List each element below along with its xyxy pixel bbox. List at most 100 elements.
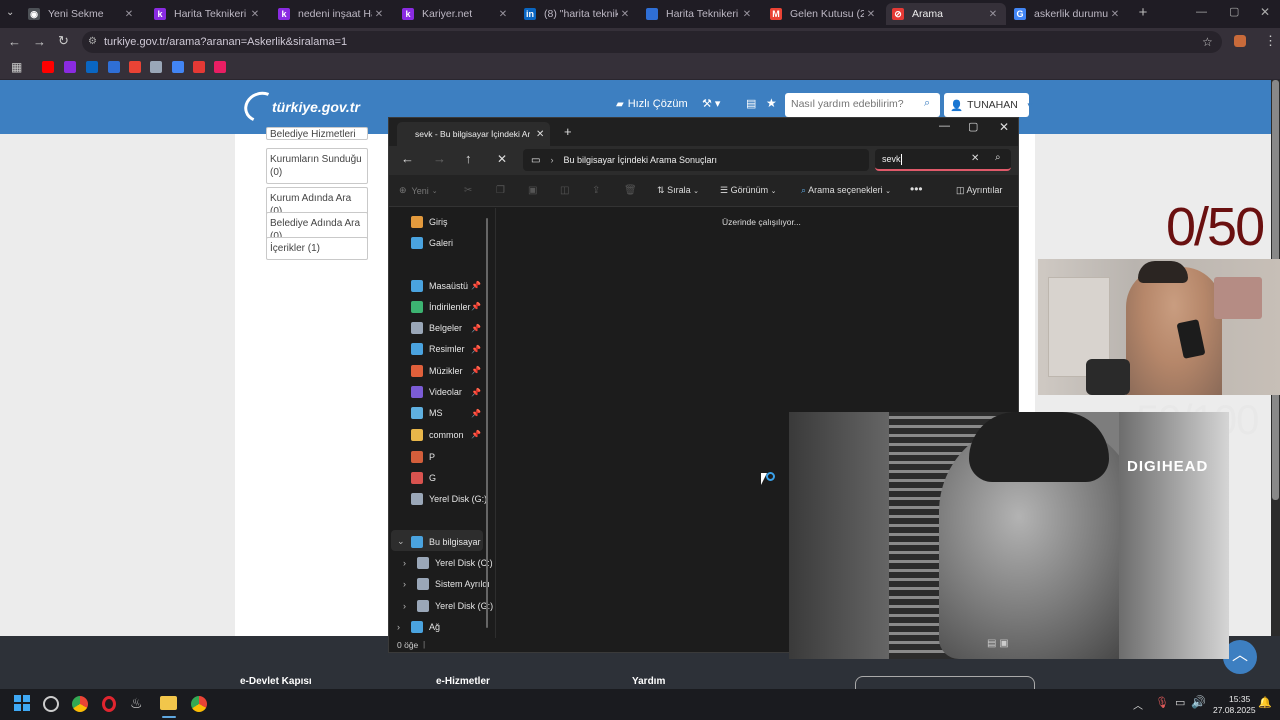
pin-icon[interactable]: 📌 [471, 345, 481, 354]
taskbar-date[interactable]: 27.08.2025 [1213, 705, 1256, 715]
view-button[interactable]: ☰ Görünüm ⌄ [720, 185, 777, 196]
tray-network-icon[interactable]: ▭ [1175, 696, 1185, 709]
tab-close-icon[interactable]: ✕ [248, 9, 262, 20]
taskbar-opera-icon[interactable] [102, 696, 116, 712]
nav-item[interactable]: MS 📌 [389, 403, 485, 424]
details-button[interactable]: ◫ Ayrıntılar [956, 185, 1002, 196]
gmail-icon[interactable] [129, 61, 141, 73]
taskbar-explorer-icon[interactable] [160, 696, 177, 710]
share-icon[interactable]: ⇪ [592, 185, 600, 196]
chevron-right-icon[interactable]: › [397, 622, 400, 632]
taskbar-steam-icon[interactable]: ♨ [130, 695, 143, 712]
rename-icon[interactable]: ◫ [560, 185, 569, 196]
browser-tab[interactable]: in (8) "harita teknikeri"✕ [518, 3, 638, 25]
taskbar-time[interactable]: 15:35 [1229, 694, 1250, 704]
nav-item[interactable]: Resimler 📌 [389, 339, 485, 360]
cut-icon[interactable]: ✂ [464, 185, 472, 196]
windows-start-icon[interactable] [14, 695, 30, 711]
nav-item[interactable]: Müzikler 📌 [389, 360, 485, 381]
tray-microphone-icon[interactable]: 🎙 [1155, 696, 1169, 709]
linkedin-icon[interactable] [86, 61, 98, 73]
nav-item[interactable]: › Sistem Ayrıldı [389, 573, 490, 594]
chevron-right-icon[interactable]: › [403, 601, 406, 611]
explorer-minimize-icon[interactable]: — [939, 120, 950, 132]
footer-col-yardim[interactable]: Yardım [632, 676, 665, 687]
explorer-search-box[interactable]: sevk ✕ ⌕ [875, 149, 1011, 171]
delete-icon[interactable]: 🗑 [624, 185, 637, 196]
reload-icon[interactable]: ↻ [58, 33, 69, 49]
kariyer-icon[interactable] [64, 61, 76, 73]
explorer-tab[interactable]: sevk - Bu bilgisayar İçindeki Ar ✕ [397, 122, 550, 146]
youtube-icon[interactable] [42, 61, 54, 73]
extension-icon[interactable] [1234, 35, 1246, 47]
browser-tab[interactable]: k Kariyer.net ✕ [396, 3, 516, 25]
browser-tab[interactable]: k nedeni inşaat Harita✕ [272, 3, 392, 25]
nav-item[interactable]: › Yerel Disk (C:) [389, 552, 493, 573]
search-filter[interactable]: Kurumların Sunduğu (0) [266, 148, 368, 184]
pin-icon[interactable]: 📌 [471, 409, 481, 418]
nav-pane-scrollbar[interactable] [486, 218, 488, 628]
nav-item[interactable]: İndirilenler 📌 [389, 296, 485, 317]
site-info-icon[interactable]: ⚙ [88, 31, 97, 53]
tray-volume-icon[interactable]: 🔊 [1191, 695, 1206, 709]
chevron-right-icon[interactable]: › [403, 579, 406, 589]
ukraine-flag-icon[interactable] [108, 61, 120, 73]
nav-item[interactable]: › Ağ [389, 616, 485, 637]
window-close-icon[interactable]: ✕ [1260, 5, 1270, 19]
site-search-input[interactable] [785, 93, 915, 115]
bookmark-icon[interactable] [150, 61, 162, 73]
nav-item[interactable]: P [389, 446, 485, 467]
hb-icon[interactable] [193, 61, 205, 73]
new-button[interactable]: ⊕ Yeni ⌄ [399, 185, 438, 196]
nav-item[interactable]: › Yerel Disk (G:) [389, 595, 493, 616]
chrome-icon[interactable] [172, 61, 184, 73]
browser-tab[interactable]: M Gelen Kutusu (21) -✕ [764, 3, 884, 25]
clear-search-icon[interactable]: ✕ [971, 153, 979, 164]
tab-close-icon[interactable]: ✕ [864, 9, 878, 20]
favorites-star-icon[interactable]: ★ [766, 96, 777, 110]
pin-icon[interactable]: 📌 [471, 388, 481, 397]
explorer-breadcrumb[interactable]: ▭ › Bu bilgisayar İçindeki Arama Sonuçla… [523, 149, 869, 171]
tab-search-icon[interactable]: ⌄ [6, 7, 14, 18]
user-menu-button[interactable]: 👤 TUNAHAN ▼ [944, 93, 1034, 117]
taskbar-chrome-2-icon[interactable] [191, 696, 207, 712]
paste-icon[interactable]: ▣ [528, 185, 537, 196]
sort-button[interactable]: ⇅ Sırala ⌄ [657, 185, 699, 196]
nav-item[interactable]: common 📌 [389, 424, 485, 445]
footer-col-edevlet[interactable]: e-Devlet Kapısı [240, 676, 312, 687]
yandex-icon[interactable] [214, 61, 226, 73]
new-tab-button[interactable]: + [1134, 5, 1152, 23]
taskbar-app-1-icon[interactable] [43, 696, 59, 712]
nav-item[interactable]: Videolar 📌 [389, 382, 485, 403]
footer-col-ehizmetler[interactable]: e-Hizmetler [436, 676, 490, 687]
pin-icon[interactable]: 📌 [471, 302, 481, 311]
explorer-forward-icon[interactable]: → [433, 151, 446, 166]
explorer-stop-icon[interactable]: ✕ [497, 152, 507, 166]
bookmark-star-icon[interactable]: ☆ [1202, 31, 1213, 53]
explorer-search-input[interactable]: sevk [882, 154, 901, 164]
window-restore-icon[interactable]: ▢ [1229, 5, 1239, 18]
id-card-icon[interactable]: ▤ [746, 97, 756, 110]
tab-close-icon[interactable]: ✕ [122, 9, 136, 20]
pin-icon[interactable]: 📌 [471, 430, 481, 439]
tray-chevron-up-icon[interactable]: ︿ [1133, 697, 1143, 712]
window-minimize-icon[interactable]: — [1196, 6, 1207, 18]
new-explorer-tab-icon[interactable]: + [564, 124, 572, 139]
nav-item[interactable]: G [389, 467, 485, 488]
browser-tab[interactable]: ⊘ Arama ✕ [886, 3, 1006, 25]
explorer-up-icon[interactable]: ↑ [465, 151, 472, 166]
nav-item[interactable]: ⌄ Bu bilgisayar [389, 531, 485, 552]
more-options-icon[interactable]: ••• [910, 182, 923, 196]
explorer-back-icon[interactable]: ← [401, 151, 414, 166]
back-icon[interactable]: ← [8, 34, 21, 49]
address-bar[interactable]: ⚙ turkiye.gov.tr/arama?aranan=Askerlik&s… [82, 31, 1222, 53]
quick-solution-link[interactable]: ▰ Hızlı Çözüm [616, 98, 688, 110]
apps-grid-icon[interactable]: ▦ [11, 60, 22, 74]
browser-menu-icon[interactable]: ⋮ [1264, 33, 1277, 49]
pin-icon[interactable]: 📌 [471, 324, 481, 333]
pin-icon[interactable]: 📌 [471, 281, 481, 290]
tab-close-icon[interactable]: ✕ [496, 9, 510, 20]
notification-bell-icon[interactable]: 🔔 [1258, 696, 1272, 709]
browser-tab[interactable]: ◉ Yeni Sekme ✕ [22, 3, 142, 25]
search-submit-icon[interactable]: ⌕ [995, 152, 1001, 163]
